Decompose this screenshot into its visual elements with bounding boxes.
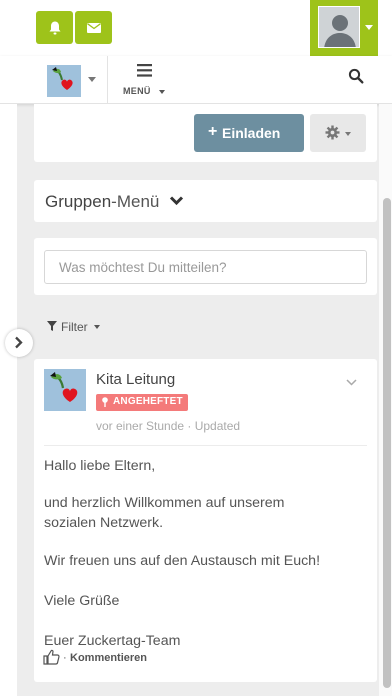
- chevron-down-icon[interactable]: [346, 379, 357, 386]
- settings-dropdown-button[interactable]: [310, 114, 366, 152]
- post-paragraph: Viele Grüße: [44, 593, 120, 609]
- caret-down-icon: [345, 132, 351, 136]
- scrollbar-thumb[interactable]: [383, 198, 391, 688]
- post-paragraph: Euer Zuckertag-Team: [44, 633, 181, 649]
- invite-button[interactable]: + Einladen: [194, 114, 304, 152]
- left-sidebar-rail: [0, 104, 17, 696]
- chevron-right-icon: [15, 336, 23, 349]
- space-navigation-bar: MENÜ: [0, 56, 392, 104]
- caret-down-icon: [159, 90, 165, 94]
- notifications-button[interactable]: [36, 11, 73, 44]
- group-menu-title: Gruppen-Menü: [45, 192, 159, 212]
- post-paragraph: Wir freuen uns auf den Austausch mit Euc…: [44, 553, 321, 569]
- main-menu-button[interactable]: MENÜ: [117, 60, 171, 100]
- sidebar-toggle-button[interactable]: [5, 329, 33, 357]
- group-menu-panel[interactable]: Gruppen-Menü: [34, 180, 377, 222]
- profile-menu-button[interactable]: [310, 0, 378, 56]
- caret-down-icon: [365, 25, 373, 30]
- caret-down-icon: [94, 325, 100, 329]
- thumbs-up-icon[interactable]: [43, 649, 60, 665]
- top-bar: [0, 0, 392, 56]
- pinned-label: ANGEHEFTET: [113, 396, 183, 407]
- invite-label: Einladen: [222, 125, 281, 141]
- space-actions-panel: + Einladen: [34, 104, 377, 162]
- pinned-badge: ANGEHEFTET: [96, 394, 188, 411]
- author-avatar[interactable]: [44, 369, 86, 411]
- post-timestamp[interactable]: vor einer Stunde · Updated: [96, 419, 240, 433]
- messages-button[interactable]: [75, 11, 112, 44]
- post-paragraph: und herzlich Willkommen auf unserem sozi…: [44, 495, 285, 531]
- menu-label: MENÜ: [123, 86, 151, 96]
- gear-icon: [325, 125, 340, 140]
- hamburger-icon: [137, 64, 152, 77]
- bell-icon: [49, 21, 60, 34]
- separator-dot: ·: [63, 652, 67, 664]
- post-card: Kita Leitung ANGEHEFTET vor einer Stunde…: [34, 359, 377, 682]
- chevron-down-icon[interactable]: [169, 195, 184, 206]
- caret-down-icon[interactable]: [88, 77, 96, 82]
- post-divider: [44, 445, 367, 446]
- post-paragraph: Hallo liebe Eltern,: [44, 458, 156, 474]
- user-avatar-icon: [318, 6, 360, 48]
- group-menu-title-bold: Gruppen: [45, 192, 112, 211]
- group-menu-title-rest: -Menü: [111, 192, 160, 211]
- nav-divider: [107, 56, 108, 103]
- plus-icon: +: [208, 123, 218, 140]
- envelope-icon: [86, 22, 101, 33]
- filter-icon: [47, 321, 57, 331]
- share-panel: Was möchtest Du mitteilen?: [34, 238, 377, 295]
- filter-label: Filter: [61, 320, 88, 334]
- post-author[interactable]: Kita Leitung: [96, 371, 175, 388]
- comment-link[interactable]: Kommentieren: [70, 652, 147, 664]
- share-input[interactable]: Was möchtest Du mitteilen?: [44, 250, 367, 284]
- search-icon[interactable]: [348, 68, 364, 84]
- pin-icon: [102, 397, 108, 407]
- space-logo-icon[interactable]: [47, 65, 81, 97]
